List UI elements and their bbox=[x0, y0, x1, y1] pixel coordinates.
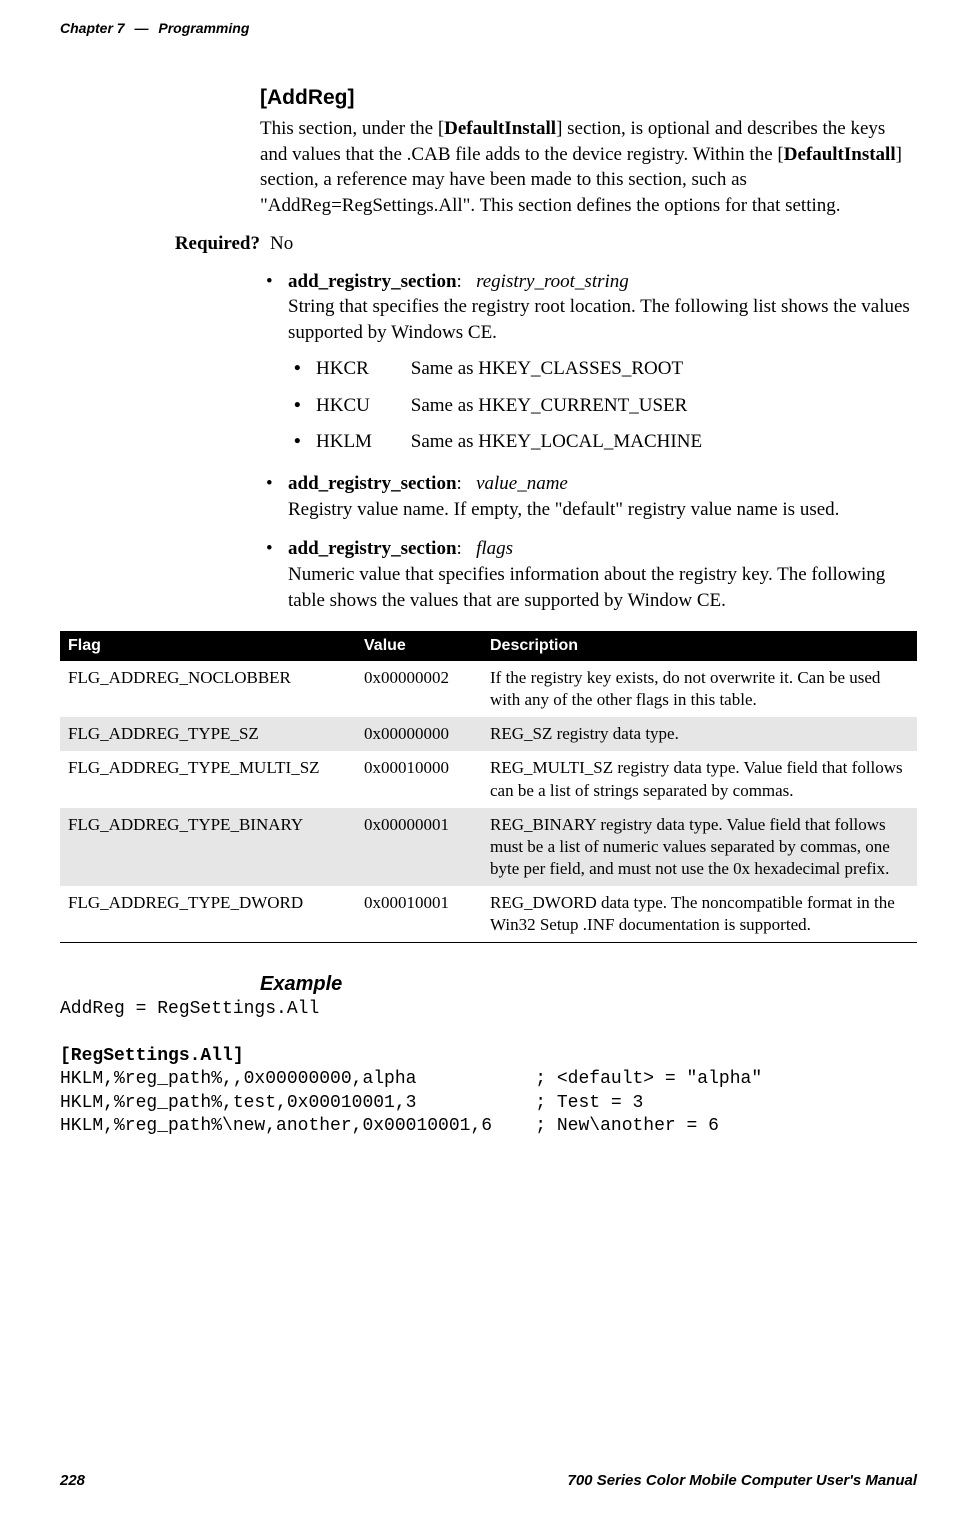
intro-bold-1: DefaultInstall bbox=[444, 118, 556, 139]
cell-value: 0x00010000 bbox=[356, 751, 482, 807]
cell-desc: REG_SZ registry data type. bbox=[482, 717, 917, 751]
cell-flag: FLG_ADDREG_NOCLOBBER bbox=[60, 661, 356, 717]
cell-flag: FLG_ADDREG_TYPE_DWORD bbox=[60, 886, 356, 943]
reg-key: HKCU bbox=[316, 392, 406, 421]
bullet-param: flags bbox=[476, 538, 513, 559]
bullet-term: add_registry_section bbox=[288, 271, 457, 292]
cell-flag: FLG_ADDREG_TYPE_SZ bbox=[60, 717, 356, 751]
chapter-label: Chapter 7 bbox=[60, 20, 125, 36]
bullet-param: registry_root_string bbox=[476, 271, 629, 292]
header-dash: — bbox=[134, 20, 148, 36]
cell-flag: FLG_ADDREG_TYPE_BINARY bbox=[60, 808, 356, 886]
reg-key: HKCR bbox=[316, 355, 406, 384]
table-row: FLG_ADDREG_TYPE_DWORD 0x00010001 REG_DWO… bbox=[60, 886, 917, 943]
code-line: HKLM,%reg_path%,test,0x00010001,3 ; Test… bbox=[60, 1093, 643, 1113]
section-intro: This section, under the [DefaultInstall]… bbox=[260, 116, 917, 219]
bullet-list: add_registry_section: registry_root_stri… bbox=[260, 269, 917, 614]
code-line: HKLM,%reg_path%\new,another,0x00010001,6… bbox=[60, 1116, 719, 1136]
th-flag: Flag bbox=[60, 631, 356, 661]
inner-bullet-item: HKCU Same as HKEY_CURRENT_USER bbox=[288, 392, 917, 421]
cell-value: 0x00000001 bbox=[356, 808, 482, 886]
cell-desc: REG_DWORD data type. The noncompatible f… bbox=[482, 886, 917, 943]
cell-value: 0x00000002 bbox=[356, 661, 482, 717]
reg-val: Same as HKEY_CURRENT_USER bbox=[411, 395, 688, 416]
reg-key: HKLM bbox=[316, 428, 406, 457]
cell-flag: FLG_ADDREG_TYPE_MULTI_SZ bbox=[60, 751, 356, 807]
reg-val: Same as HKEY_CLASSES_ROOT bbox=[411, 358, 683, 379]
bullet-item: add_registry_section: flags Numeric valu… bbox=[260, 536, 917, 613]
bullet-param: value_name bbox=[476, 473, 568, 494]
table-row: FLG_ADDREG_TYPE_MULTI_SZ 0x00010000 REG_… bbox=[60, 751, 917, 807]
table-row: FLG_ADDREG_NOCLOBBER 0x00000002 If the r… bbox=[60, 661, 917, 717]
header-left: Chapter 7 — Programming bbox=[60, 20, 249, 36]
cell-value: 0x00010001 bbox=[356, 886, 482, 943]
cell-desc: REG_MULTI_SZ registry data type. Value f… bbox=[482, 751, 917, 807]
page-header: Chapter 7 — Programming bbox=[60, 20, 917, 36]
code-block: AddReg = RegSettings.All [RegSettings.Al… bbox=[60, 998, 917, 1138]
example-title: Example bbox=[260, 973, 917, 996]
bullet-desc: String that specifies the registry root … bbox=[288, 296, 910, 343]
bullet-term: add_registry_section bbox=[288, 538, 457, 559]
required-label: Required? bbox=[160, 233, 270, 255]
th-desc: Description bbox=[482, 631, 917, 661]
intro-bold-2: DefaultInstall bbox=[784, 144, 896, 165]
inner-bullet-item: HKLM Same as HKEY_LOCAL_MACHINE bbox=[288, 428, 917, 457]
page-number: 228 bbox=[60, 1472, 85, 1489]
table-row: FLG_ADDREG_TYPE_SZ 0x00000000 REG_SZ reg… bbox=[60, 717, 917, 751]
intro-text-pre: This section, under the [ bbox=[260, 118, 444, 139]
bullet-item: add_registry_section: value_name Registr… bbox=[260, 471, 917, 522]
table-row: FLG_ADDREG_TYPE_BINARY 0x00000001 REG_BI… bbox=[60, 808, 917, 886]
bullet-desc: Numeric value that specifies information… bbox=[288, 564, 885, 611]
inner-bullet-list: HKCR Same as HKEY_CLASSES_ROOT HKCU Same… bbox=[288, 355, 917, 457]
cell-desc: REG_BINARY registry data type. Value fie… bbox=[482, 808, 917, 886]
code-line: HKLM,%reg_path%,,0x00000000,alpha ; <def… bbox=[60, 1069, 762, 1089]
chapter-title: Programming bbox=[158, 20, 249, 36]
footer-title: 700 Series Color Mobile Computer User's … bbox=[568, 1472, 918, 1489]
required-row: Required? No bbox=[160, 233, 917, 255]
inner-bullet-item: HKCR Same as HKEY_CLASSES_ROOT bbox=[288, 355, 917, 384]
cell-desc: If the registry key exists, do not overw… bbox=[482, 661, 917, 717]
code-section-header: [RegSettings.All] bbox=[60, 1046, 244, 1066]
required-value: No bbox=[270, 233, 293, 255]
bullet-item: add_registry_section: registry_root_stri… bbox=[260, 269, 917, 457]
th-value: Value bbox=[356, 631, 482, 661]
code-line: AddReg = RegSettings.All bbox=[60, 999, 319, 1019]
flags-table: Flag Value Description FLG_ADDREG_NOCLOB… bbox=[60, 631, 917, 943]
cell-value: 0x00000000 bbox=[356, 717, 482, 751]
section-title: [AddReg] bbox=[260, 86, 917, 110]
bullet-term: add_registry_section bbox=[288, 473, 457, 494]
reg-val: Same as HKEY_LOCAL_MACHINE bbox=[411, 431, 702, 452]
bullet-desc: Registry value name. If empty, the "defa… bbox=[288, 499, 839, 520]
page-footer: 228 700 Series Color Mobile Computer Use… bbox=[60, 1472, 917, 1489]
